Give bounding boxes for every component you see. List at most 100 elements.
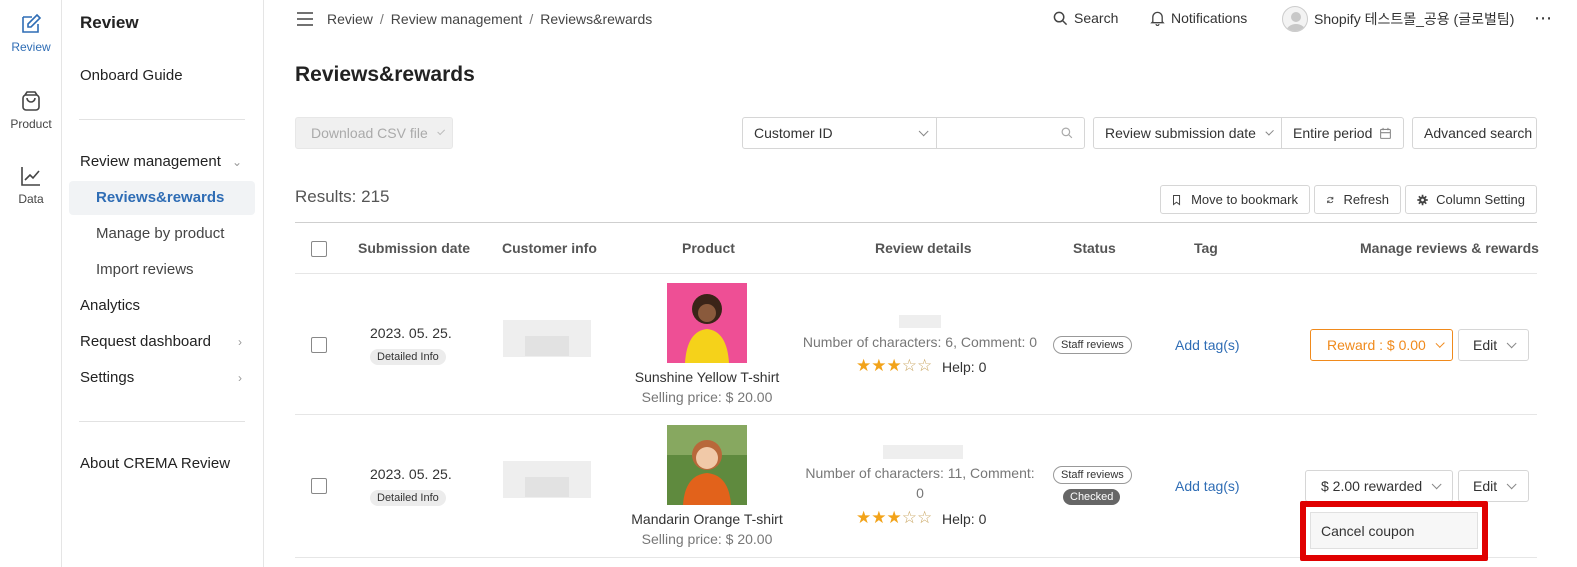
review-content-redacted bbox=[899, 315, 941, 328]
add-tag-link[interactable]: Add tag(s) bbox=[1175, 478, 1240, 494]
column-setting-button[interactable]: Column Setting bbox=[1405, 185, 1537, 214]
column-header-submission-date[interactable]: Submission date bbox=[358, 240, 470, 256]
app: Review Product Data Review Onboard Guide… bbox=[0, 0, 1577, 567]
chevron-down-icon bbox=[1265, 126, 1274, 136]
review-meta: Number of characters: 6, Comment: 0 bbox=[802, 334, 1038, 350]
row-divider bbox=[295, 273, 1537, 274]
review-meta: Number of characters: 11, Comment: bbox=[805, 465, 1035, 481]
notifications-label: Notifications bbox=[1171, 10, 1248, 26]
chevron-down-icon bbox=[1435, 338, 1445, 348]
column-header-manage[interactable]: Manage reviews & rewards bbox=[1360, 240, 1539, 256]
rail-item-product[interactable]: Product bbox=[0, 89, 62, 131]
sidebar-item-manage-by-product[interactable]: Manage by product bbox=[69, 217, 255, 251]
star-rating: ★★★☆☆ bbox=[856, 356, 933, 375]
checked-badge: Checked bbox=[1063, 489, 1121, 505]
detailed-info-badge[interactable]: Detailed Info bbox=[370, 490, 446, 506]
column-header-product[interactable]: Product bbox=[682, 240, 735, 256]
button-label: Edit bbox=[1473, 337, 1498, 353]
reward-dropdown[interactable]: $ 2.00 rewarded bbox=[1305, 470, 1453, 502]
chevron-right-icon: › bbox=[238, 371, 242, 385]
product-name[interactable]: Sunshine Yellow T-shirt bbox=[624, 369, 790, 385]
product-image[interactable] bbox=[667, 425, 747, 505]
notifications-button[interactable]: Notifications bbox=[1150, 10, 1247, 26]
top-bar: Review / Review management / Reviews&rewards… bbox=[264, 0, 1577, 40]
search-button[interactable]: Search bbox=[1053, 10, 1118, 26]
account-name: Shopify 테스트몰_공용 (글로벌팀) bbox=[1314, 11, 1515, 27]
chevron-down-icon bbox=[1506, 337, 1517, 348]
sidebar-item-review-management[interactable]: Review management ⌄ bbox=[80, 145, 254, 179]
menu-icon[interactable] bbox=[297, 12, 313, 26]
chevron-down-icon bbox=[918, 125, 929, 136]
column-header-review-details[interactable]: Review details bbox=[875, 240, 972, 256]
breadcrumb: Review / Review management / Reviews&rewards bbox=[327, 11, 653, 27]
customer-info-redacted bbox=[525, 336, 569, 356]
edit-dropdown[interactable]: Edit bbox=[1458, 470, 1529, 502]
more-icon[interactable]: ⋯ bbox=[1534, 8, 1553, 29]
breadcrumb-item[interactable]: Reviews&rewards bbox=[540, 11, 652, 27]
button-label: Refresh bbox=[1343, 192, 1389, 207]
select-all-checkbox[interactable] bbox=[311, 241, 327, 257]
chevron-right-icon: › bbox=[238, 335, 242, 349]
sidebar-item-label: Review management bbox=[80, 153, 221, 170]
gear-icon bbox=[1417, 194, 1428, 205]
chevron-down-icon bbox=[1506, 478, 1517, 489]
move-to-bookmark-button[interactable]: Move to bookmark bbox=[1160, 185, 1310, 214]
download-csv-button[interactable]: Download CSV file bbox=[295, 117, 453, 149]
column-header-status[interactable]: Status bbox=[1073, 240, 1116, 256]
chevron-down-icon bbox=[437, 126, 445, 135]
rail-item-data[interactable]: Data bbox=[0, 164, 62, 206]
submission-date: 2023. 05. 25. bbox=[370, 466, 452, 482]
select-value: Review submission date bbox=[1105, 125, 1256, 141]
product-image[interactable] bbox=[667, 283, 747, 363]
sidebar-item-reviews-rewards[interactable]: Reviews&rewards bbox=[69, 181, 255, 215]
sidebar-item-request-dashboard[interactable]: Request dashboard › bbox=[80, 325, 254, 359]
sidebar-item-analytics[interactable]: Analytics bbox=[80, 289, 254, 323]
star-rating: ★★★☆☆ bbox=[856, 508, 933, 527]
help-count: Help: 0 bbox=[942, 359, 987, 375]
reward-dropdown[interactable]: Reward : $ 0.00 bbox=[1310, 329, 1453, 361]
row-checkbox[interactable] bbox=[311, 337, 327, 353]
bookmark-icon bbox=[1173, 194, 1181, 206]
sidebar-divider bbox=[79, 119, 245, 120]
advanced-search-button[interactable]: Advanced search bbox=[1412, 117, 1537, 149]
button-label: $ 2.00 rewarded bbox=[1321, 478, 1423, 494]
search-input[interactable] bbox=[936, 117, 1085, 149]
rail-label: Data bbox=[18, 192, 44, 206]
avatar bbox=[1282, 6, 1308, 32]
breadcrumb-item[interactable]: Review management bbox=[391, 11, 523, 27]
edit-dropdown[interactable]: Edit bbox=[1458, 329, 1529, 361]
button-label: Edit bbox=[1473, 478, 1498, 494]
row-checkbox[interactable] bbox=[311, 478, 327, 494]
sidebar-item-onboard-guide[interactable]: Onboard Guide bbox=[80, 59, 254, 93]
rail-label: Product bbox=[10, 117, 52, 131]
account-menu[interactable]: Shopify 테스트몰_공용 (글로벌팀) bbox=[1282, 6, 1514, 32]
sidebar-item-import-reviews[interactable]: Import reviews bbox=[69, 253, 255, 287]
breadcrumb-item[interactable]: Review bbox=[327, 11, 373, 27]
filter-field-select[interactable]: Customer ID bbox=[742, 117, 937, 149]
column-header-tag[interactable]: Tag bbox=[1194, 240, 1218, 256]
refresh-icon bbox=[1327, 196, 1334, 203]
sidebar-title: Review bbox=[80, 13, 139, 32]
customer-info-redacted bbox=[525, 477, 569, 497]
sidebar-item-settings[interactable]: Settings › bbox=[80, 361, 254, 395]
sidebar-item-about[interactable]: About CREMA Review bbox=[80, 447, 254, 481]
results-count: Results: 215 bbox=[295, 187, 390, 206]
period-picker[interactable]: Entire period bbox=[1281, 117, 1404, 149]
add-tag-link[interactable]: Add tag(s) bbox=[1175, 337, 1240, 353]
search-icon bbox=[1061, 127, 1073, 139]
select-value: Customer ID bbox=[754, 125, 833, 141]
date-field-select[interactable]: Review submission date bbox=[1093, 117, 1282, 149]
chevron-down-icon: ⌄ bbox=[231, 155, 242, 169]
detailed-info-badge[interactable]: Detailed Info bbox=[370, 349, 446, 365]
select-value: Entire period bbox=[1293, 125, 1373, 141]
rail-item-review[interactable]: Review bbox=[0, 12, 62, 54]
product-name[interactable]: Mandarin Orange T-shirt bbox=[624, 511, 790, 527]
refresh-button[interactable]: Refresh bbox=[1314, 185, 1401, 214]
highlight-box bbox=[1300, 501, 1488, 561]
button-label: Download CSV file bbox=[311, 125, 428, 141]
column-header-customer-info[interactable]: Customer info bbox=[502, 240, 597, 256]
chart-icon bbox=[21, 167, 40, 186]
review-meta: 0 bbox=[916, 485, 924, 501]
icon-rail: Review Product Data bbox=[0, 0, 62, 567]
chevron-down-icon bbox=[1431, 478, 1442, 489]
